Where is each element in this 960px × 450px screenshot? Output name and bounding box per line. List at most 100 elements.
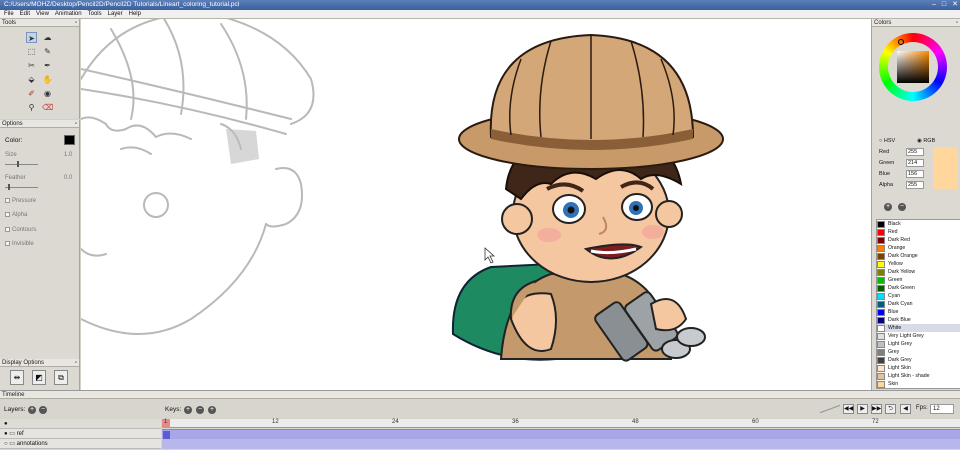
- visibility-icon[interactable]: ●: [4, 421, 8, 427]
- keyframe[interactable]: [163, 431, 170, 439]
- eraser-icon[interactable]: ⌫: [42, 102, 53, 113]
- frame-ruler[interactable]: 1 12 24 36 48 60 72: [162, 419, 960, 428]
- palette-item[interactable]: Light Skin - shade: [877, 372, 960, 380]
- palette-item[interactable]: White: [877, 324, 960, 332]
- brush-icon[interactable]: ✒: [42, 60, 53, 71]
- palette-item[interactable]: Dark Yellow: [877, 268, 960, 276]
- panel-float-icon[interactable]: ▫: [75, 19, 77, 27]
- flip-horizontal-icon[interactable]: ⇹: [10, 370, 24, 385]
- size-slider[interactable]: [5, 161, 38, 167]
- hsv-radio[interactable]: ○ HSV: [879, 138, 895, 144]
- saturation-value-square[interactable]: [897, 51, 929, 83]
- layer-row-ref[interactable]: ● ▭ ref: [0, 429, 161, 439]
- remove-layer-icon[interactable]: −: [39, 406, 47, 414]
- palette-item[interactable]: Light Skin: [877, 364, 960, 372]
- add-layer-icon[interactable]: +: [28, 406, 36, 414]
- invisible-checkbox[interactable]: Invisible: [5, 241, 34, 247]
- palette-item[interactable]: Cyan: [877, 292, 960, 300]
- pressure-checkbox[interactable]: Pressure: [5, 198, 36, 204]
- drawing-canvas[interactable]: [81, 19, 871, 390]
- panel-float-icon[interactable]: ▫: [75, 359, 77, 367]
- add-color-icon[interactable]: +: [884, 203, 892, 211]
- palette-item-label: Grey: [888, 349, 900, 355]
- rgb-radio[interactable]: ◉ RGB: [917, 138, 935, 144]
- eyedropper-icon[interactable]: ⚲: [26, 102, 37, 113]
- color-swatch-button[interactable]: [64, 135, 75, 145]
- feather-slider-handle[interactable]: [8, 184, 10, 190]
- palette-item[interactable]: Very Light Grey: [877, 332, 960, 340]
- green-input[interactable]: 214: [906, 159, 924, 167]
- palette-item[interactable]: Yellow: [877, 260, 960, 268]
- cloud-icon[interactable]: ☁: [42, 32, 53, 43]
- panel-float-icon[interactable]: ▫: [956, 19, 958, 27]
- track-annotations[interactable]: [162, 439, 960, 449]
- globe-icon[interactable]: ◉: [42, 88, 53, 99]
- track-ref[interactable]: [162, 429, 960, 439]
- maximize-icon[interactable]: □: [942, 0, 946, 10]
- palette-item-label: Dark Red: [888, 237, 910, 243]
- selection-rect-icon[interactable]: ⬚: [26, 46, 37, 57]
- alpha-input[interactable]: 255: [906, 181, 924, 189]
- play-icon[interactable]: ▶: [857, 404, 868, 414]
- palette-item[interactable]: Dark Cyan: [877, 300, 960, 308]
- alpha-checkbox[interactable]: Alpha: [5, 212, 27, 218]
- palette-item[interactable]: Skin: [877, 380, 960, 388]
- palette-swatch: [877, 332, 885, 340]
- palette-item[interactable]: Grey: [877, 348, 960, 356]
- duplicate-key-icon[interactable]: +: [208, 406, 216, 414]
- ruler-tick: 72: [872, 419, 879, 425]
- palette-item[interactable]: Red: [877, 228, 960, 236]
- menu-file[interactable]: File: [4, 10, 14, 18]
- menu-animation[interactable]: Animation: [55, 10, 82, 18]
- remove-color-icon[interactable]: −: [898, 203, 906, 211]
- red-input[interactable]: 255: [906, 148, 924, 156]
- size-slider-handle[interactable]: [17, 161, 19, 167]
- menu-help[interactable]: Help: [129, 10, 141, 18]
- menu-edit[interactable]: Edit: [20, 10, 30, 18]
- window-title: C:/Users/MOHZ/Desktop/Pencil2D/Pencil2D …: [4, 1, 240, 8]
- palette-item[interactable]: Light Grey: [877, 340, 960, 348]
- feather-slider[interactable]: [5, 184, 38, 190]
- palette-item[interactable]: Blue: [877, 308, 960, 316]
- palette-item-label: Light Skin: [888, 365, 911, 371]
- palette-item[interactable]: Black: [877, 220, 960, 228]
- minimize-icon[interactable]: –: [932, 0, 936, 10]
- bucket-icon[interactable]: ⬙: [26, 74, 37, 85]
- add-key-icon[interactable]: +: [184, 406, 192, 414]
- palette-item-label: Light Skin - shade: [888, 373, 930, 379]
- layer-row-annotations[interactable]: ○ ▭ annotations: [0, 439, 161, 449]
- palette-item[interactable]: Dark Grey: [877, 356, 960, 364]
- select-arrow-icon[interactable]: ➤: [26, 32, 37, 43]
- palette-item[interactable]: Dark Red: [877, 236, 960, 244]
- pencil-icon[interactable]: ✎: [42, 46, 53, 57]
- palette-item[interactable]: Dark Orange: [877, 252, 960, 260]
- pen-icon[interactable]: ✐: [26, 88, 37, 99]
- smudge-icon[interactable]: ✂: [26, 60, 37, 71]
- hand-icon[interactable]: ✋: [42, 74, 53, 85]
- hue-handle[interactable]: [898, 39, 904, 45]
- loop-icon[interactable]: ⮌: [885, 404, 896, 414]
- remove-key-icon[interactable]: −: [196, 406, 204, 414]
- next-frame-icon[interactable]: ▶▶: [871, 404, 882, 414]
- visibility-icon[interactable]: ●: [4, 431, 8, 437]
- panel-float-icon[interactable]: ▫: [75, 120, 77, 128]
- palette-item[interactable]: Dark Green: [877, 284, 960, 292]
- close-icon[interactable]: ✕: [952, 0, 958, 10]
- layer-row-camera[interactable]: ●: [0, 419, 161, 429]
- palette-item[interactable]: Green: [877, 276, 960, 284]
- blue-input[interactable]: 156: [906, 170, 924, 178]
- menu-layer[interactable]: Layer: [108, 10, 123, 18]
- visibility-icon[interactable]: ○: [4, 441, 8, 447]
- outline-icon[interactable]: ◩: [32, 370, 46, 385]
- palette-item[interactable]: Dark Blue: [877, 316, 960, 324]
- contours-checkbox[interactable]: Contours: [5, 227, 36, 233]
- fps-input[interactable]: 12: [930, 404, 954, 414]
- play-backward-icon[interactable]: ◀◀: [843, 404, 854, 414]
- hue-wheel[interactable]: [879, 33, 947, 101]
- menu-view[interactable]: View: [36, 10, 49, 18]
- palette-item[interactable]: Orange: [877, 244, 960, 252]
- tools-header: Tools ▫: [0, 19, 79, 27]
- sound-icon[interactable]: ◀: [900, 404, 911, 414]
- onion-skin-icon[interactable]: ⧉: [54, 370, 68, 385]
- menu-tools[interactable]: Tools: [88, 10, 102, 18]
